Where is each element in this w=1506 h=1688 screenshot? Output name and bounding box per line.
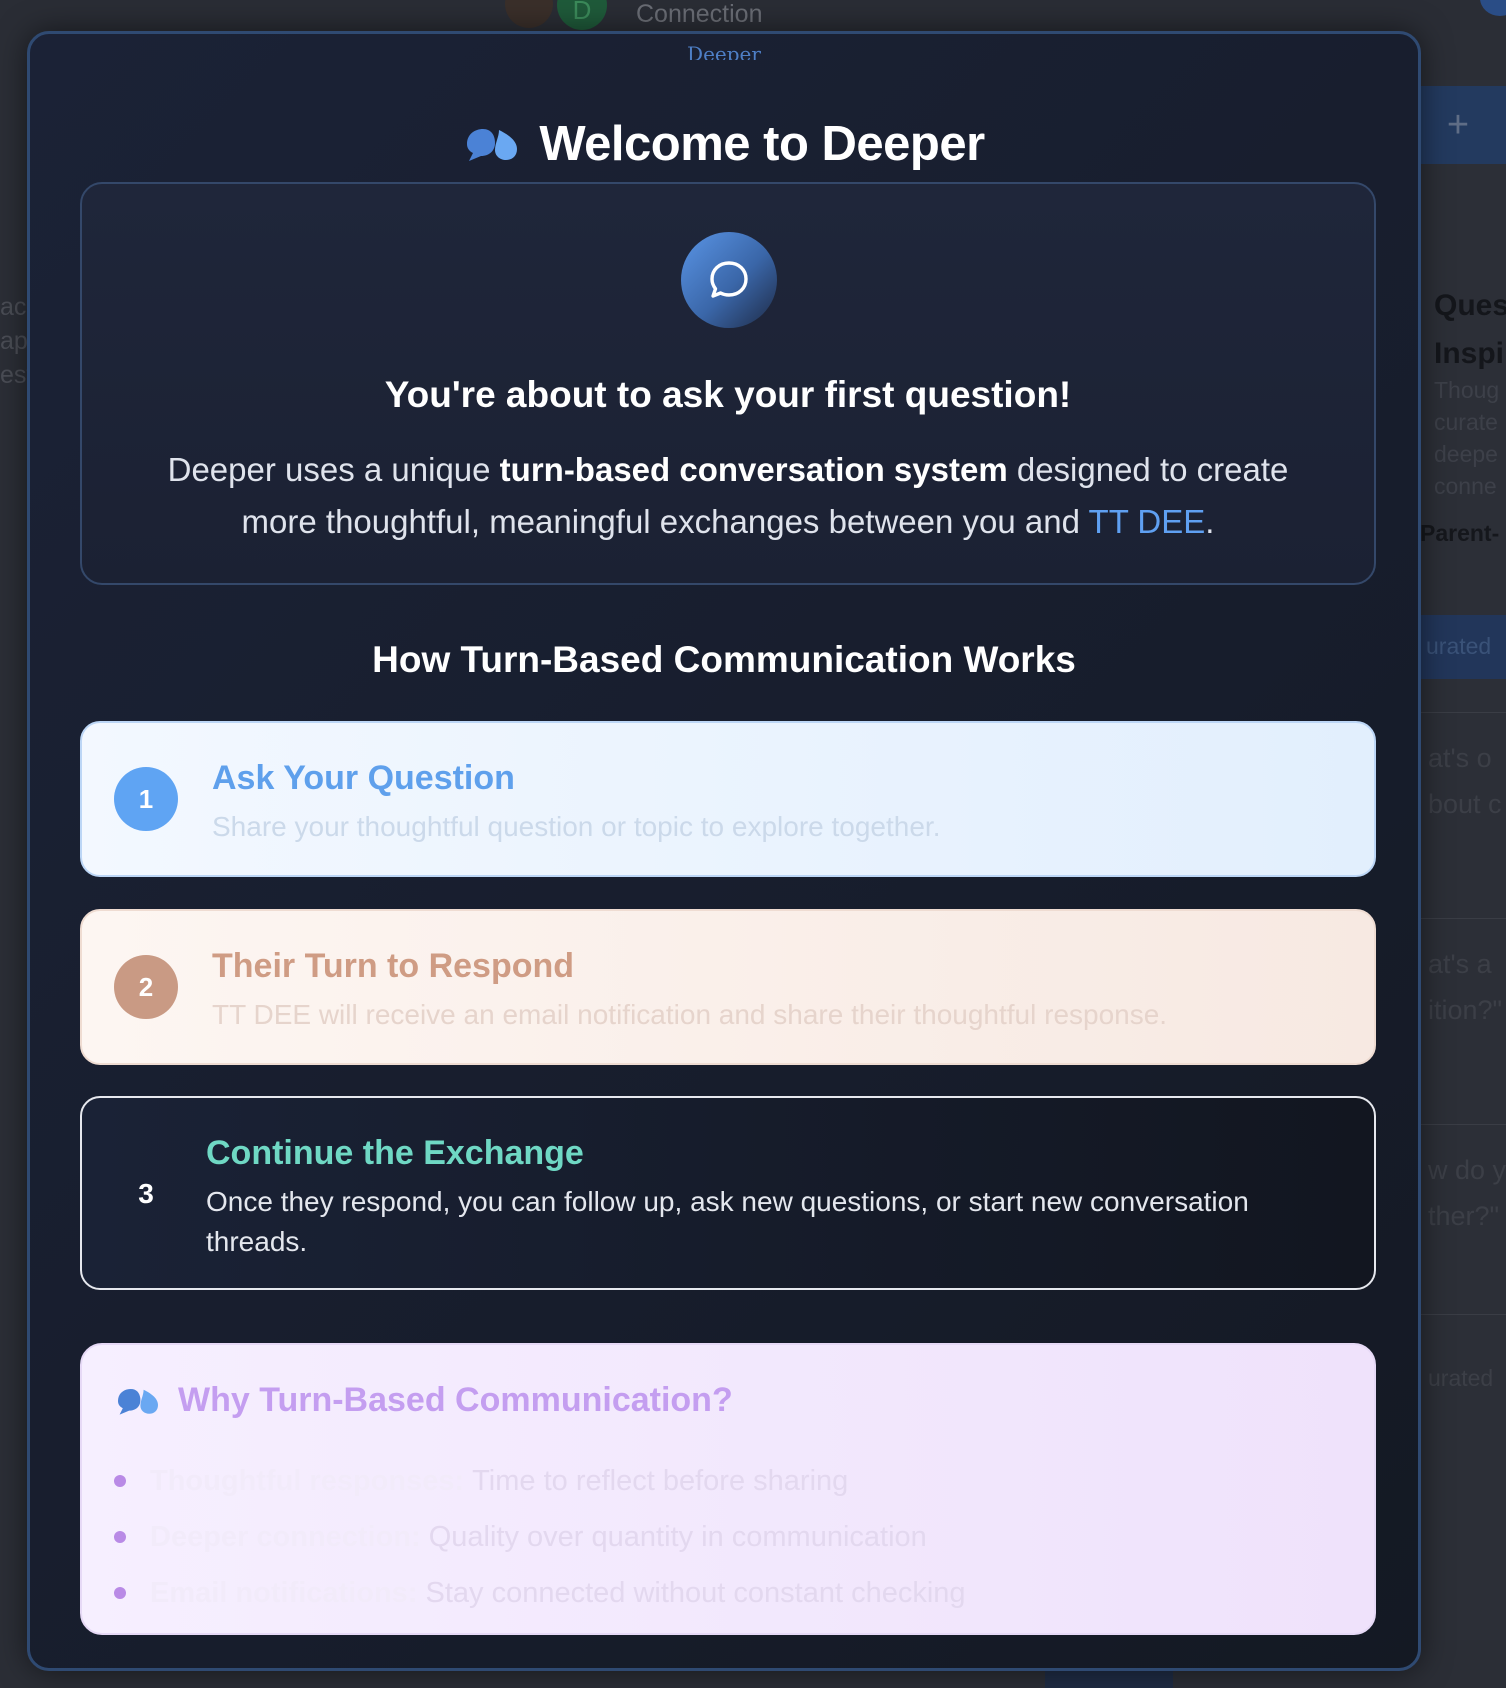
connection-label: Connection xyxy=(636,0,763,28)
category-label: Parent- xyxy=(1420,520,1500,546)
benefit-text: Stay connected without constant checking xyxy=(425,1576,966,1609)
question-inspiration-description: Thoug curate deepe conne xyxy=(1434,377,1500,499)
benefit-label: Thoughtful responses: xyxy=(150,1464,465,1497)
question-card[interactable]: at's a ition?" xyxy=(1420,918,1506,1104)
brand-name: Deeper xyxy=(687,46,761,60)
step-title: Ask Your Question xyxy=(212,759,515,797)
step-description: Once they respond, you can follow up, as… xyxy=(206,1186,1249,1257)
benefit-text: Time to reflect before sharing xyxy=(472,1464,849,1497)
benefit-text: Quality over quantity in communication xyxy=(428,1520,927,1553)
chat-bubble-icon xyxy=(681,232,777,328)
step-card-continue-exchange: 3 Continue the Exchange Once they respon… xyxy=(80,1096,1376,1290)
intro-heading: You're about to ask your first question! xyxy=(384,374,1072,415)
modal-title: Welcome to Deeper xyxy=(539,117,985,171)
list-item: Deeper connection: Quality over quantity… xyxy=(114,1509,966,1565)
quote-bubbles-icon xyxy=(467,129,518,161)
benefits-list: Thoughtful responses: Time to reflect be… xyxy=(114,1453,966,1621)
step-description: Share your thoughtful question or topic … xyxy=(212,811,941,842)
question-card[interactable]: w do y ther?" xyxy=(1420,1124,1506,1310)
intro-text: Deeper uses a unique turn-based conversa… xyxy=(167,451,1289,540)
benefit-label: Email notifications: xyxy=(150,1576,418,1609)
bullet-icon xyxy=(114,1587,126,1599)
why-turn-based-card: Why Turn-Based Communication? Thoughtful… xyxy=(80,1343,1376,1635)
list-item: Thoughtful responses: Time to reflect be… xyxy=(114,1453,966,1509)
welcome-modal: Deeper Welcome to Deeper You're about to… xyxy=(27,31,1421,1671)
bullet-icon xyxy=(114,1531,126,1543)
modal-header: Welcome to Deeper xyxy=(30,116,1418,172)
step-card-ask-question: 1 Ask Your Question Share your thoughtfu… xyxy=(80,721,1376,877)
curated-label: urated xyxy=(1420,1314,1506,1434)
quote-bubbles-icon xyxy=(118,1388,158,1415)
question-inspiration-title: Ques Inspi xyxy=(1434,289,1506,370)
step-number-badge: 2 xyxy=(114,955,178,1019)
why-title: Why Turn-Based Communication? xyxy=(178,1381,733,1419)
why-header: Why Turn-Based Communication? xyxy=(114,1381,733,1420)
step-description: TT DEE will receive an email notificatio… xyxy=(212,999,1168,1030)
how-it-works-heading: How Turn-Based Communication Works xyxy=(372,639,1076,680)
step-title: Their Turn to Respond xyxy=(212,947,575,985)
step-number-badge: 1 xyxy=(114,767,178,831)
question-card[interactable]: at's o bout c xyxy=(1420,712,1506,898)
bullet-icon xyxy=(114,1475,126,1487)
intro-card: You're about to ask your first question!… xyxy=(80,182,1376,585)
benefit-label: Deeper connection: xyxy=(150,1520,421,1553)
step-card-their-turn: 2 Their Turn to Respond TT DEE will rece… xyxy=(80,909,1376,1065)
step-number-badge: 3 xyxy=(138,1178,154,1209)
add-button[interactable]: + xyxy=(1420,86,1506,164)
partner-name: TT DEE xyxy=(1088,503,1206,540)
intro-emphasis: turn-based conversation system xyxy=(499,451,1008,488)
step-title: Continue the Exchange xyxy=(206,1134,584,1172)
list-item: Email notifications: Stay connected with… xyxy=(114,1565,966,1621)
tab-curated[interactable]: urated xyxy=(1420,615,1506,679)
